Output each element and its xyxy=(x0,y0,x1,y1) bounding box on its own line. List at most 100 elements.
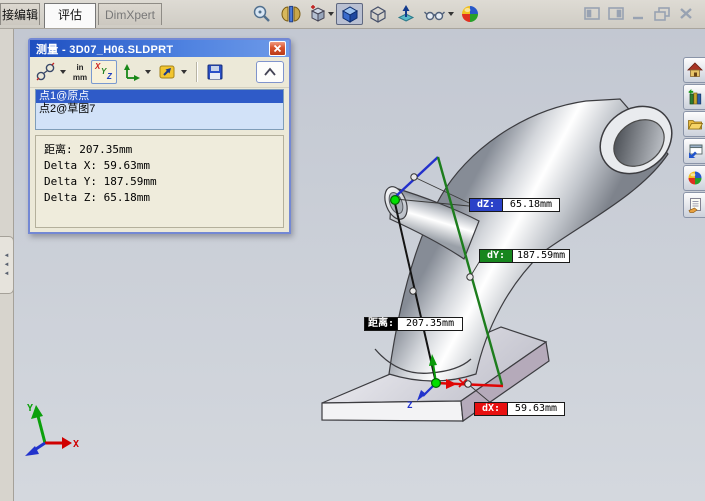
projected-on-button[interactable] xyxy=(121,60,143,84)
appearances-sphere-icon xyxy=(687,170,703,186)
custom-properties-icon xyxy=(687,197,703,213)
command-bar: 接编辑 评估 DimXpert xyxy=(0,0,705,29)
callout-distance-value: 207.35mm xyxy=(398,317,463,331)
view-orientation-icon xyxy=(308,4,328,24)
measure-toolbar: in mm X Y Z xyxy=(30,57,289,88)
wireframe-cube-icon xyxy=(368,4,388,24)
result-distance: 距离: 207.35mm xyxy=(44,142,283,158)
arc-measure-button[interactable] xyxy=(34,60,58,84)
triad-y-label: Y xyxy=(27,403,33,414)
callout-dy-value: 187.59mm xyxy=(513,249,570,263)
origin-point-marker xyxy=(432,379,441,388)
shaded-cube-icon xyxy=(340,4,360,24)
dock-left-window-button[interactable] xyxy=(583,6,601,21)
design-library-icon xyxy=(687,89,703,105)
zoom-to-fit-icon xyxy=(252,4,272,24)
eyeglasses-icon xyxy=(423,4,445,24)
dialog-titlebar[interactable]: 测量 - 3D07_H06.SLDPRT xyxy=(30,40,289,57)
callout-dx[interactable]: dX: 59.63mm xyxy=(474,402,565,416)
collapse-arrow-icon: ◄ xyxy=(4,271,10,277)
svg-text:in: in xyxy=(76,63,83,72)
task-pane-appearances-button[interactable] xyxy=(683,165,705,191)
shaded-with-edges-button[interactable] xyxy=(336,3,363,25)
save-button[interactable] xyxy=(203,60,227,84)
hide-show-items-button[interactable] xyxy=(422,3,446,25)
callout-distance[interactable]: 距离: 207.35mm xyxy=(364,317,463,331)
marker-dx-mid xyxy=(465,381,471,387)
zoom-to-fit-button[interactable] xyxy=(250,3,274,25)
minimize-icon xyxy=(631,7,647,20)
realview-button[interactable] xyxy=(458,3,482,25)
close-x-icon xyxy=(273,44,282,53)
view-orientation-dropdown[interactable] xyxy=(328,12,334,16)
close-icon xyxy=(678,7,694,20)
tab-dimxpert[interactable]: DimXpert xyxy=(98,3,162,25)
result-delta-x: Delta X: 59.63mm xyxy=(44,158,283,174)
view-triad: Y X xyxy=(25,403,79,456)
units-button[interactable]: in mm xyxy=(70,60,90,84)
dock-left-icon xyxy=(584,7,600,20)
restore-icon xyxy=(654,7,671,21)
callout-dx-label: dX: xyxy=(474,402,508,416)
tab-direct-editing[interactable]: 接编辑 xyxy=(0,3,40,25)
task-pane-design-library-button[interactable] xyxy=(683,84,705,110)
point2-marker xyxy=(391,196,400,205)
marker-dz-vertex xyxy=(411,174,417,180)
view-orientation-button[interactable] xyxy=(306,3,330,25)
list-item-point1[interactable]: 点1@原点 xyxy=(36,90,283,103)
restore-button[interactable] xyxy=(653,6,671,21)
panel-collapse-tab[interactable]: ◄ ◄ ◄ xyxy=(0,236,14,294)
section-view-icon xyxy=(281,4,301,24)
dock-right-window-button[interactable] xyxy=(607,6,625,21)
normal-to-icon xyxy=(396,4,416,24)
dock-right-icon xyxy=(608,7,624,20)
marker-dy-mid xyxy=(467,274,473,280)
task-pane-custom-properties-button[interactable] xyxy=(683,192,705,218)
history-icon xyxy=(157,62,177,82)
collapse-arrow-icon: ◄ xyxy=(4,253,10,259)
task-pane-file-explorer-button[interactable] xyxy=(683,111,705,137)
projected-on-dropdown[interactable] xyxy=(145,70,151,74)
task-pane-resources-button[interactable] xyxy=(683,57,705,83)
home-icon xyxy=(687,62,703,78)
callout-dz-label: dZ: xyxy=(469,198,503,212)
arc-measure-dropdown[interactable] xyxy=(60,70,66,74)
folder-icon xyxy=(687,116,703,132)
task-pane-view-palette-button[interactable] xyxy=(683,138,705,164)
callout-dy[interactable]: dY: 187.59mm xyxy=(479,249,570,263)
realview-sphere-icon xyxy=(460,4,480,24)
minimize-button[interactable] xyxy=(630,6,648,21)
toolbar-separator xyxy=(196,62,198,82)
dialog-close-button[interactable] xyxy=(269,41,286,56)
close-window-button[interactable] xyxy=(677,6,695,21)
view-palette-icon xyxy=(687,143,703,159)
callout-dz-value: 65.18mm xyxy=(503,198,560,212)
triad-x-label: X xyxy=(73,439,79,450)
measure-dialog: 测量 - 3D07_H06.SLDPRT in mm xyxy=(28,38,291,234)
svg-text:mm: mm xyxy=(73,73,87,82)
result-delta-y: Delta Y: 187.59mm xyxy=(44,174,283,190)
collapse-arrow-icon: ◄ xyxy=(4,262,10,268)
xyz-toggle-button[interactable]: X Y Z xyxy=(91,60,117,84)
section-view-button[interactable] xyxy=(279,3,303,25)
callout-dz[interactable]: dZ: 65.18mm xyxy=(469,198,560,212)
hide-show-dropdown[interactable] xyxy=(448,12,454,16)
left-panel-strip: ◄ ◄ ◄ xyxy=(0,28,14,501)
tab-evaluate[interactable]: 评估 xyxy=(44,3,96,28)
plate-front-face[interactable] xyxy=(322,401,463,421)
callout-distance-label: 距离: xyxy=(364,317,398,331)
wireframe-button[interactable] xyxy=(366,3,390,25)
chevron-up-icon xyxy=(262,66,278,78)
selection-list[interactable]: 点1@原点 点2@草图7 xyxy=(35,89,284,130)
origin-z-label: Z xyxy=(407,401,413,411)
save-floppy-icon xyxy=(205,62,225,82)
history-dropdown[interactable] xyxy=(181,70,187,74)
callout-dy-label: dY: xyxy=(479,249,513,263)
measure-history-button[interactable] xyxy=(155,60,179,84)
callout-dx-value: 59.63mm xyxy=(508,402,565,416)
normal-to-button[interactable] xyxy=(394,3,418,25)
arc-measure-icon xyxy=(35,62,57,82)
units-icon: in mm xyxy=(71,61,89,83)
list-item-point2[interactable]: 点2@草图7 xyxy=(36,103,283,116)
collapse-results-button[interactable] xyxy=(256,61,284,83)
